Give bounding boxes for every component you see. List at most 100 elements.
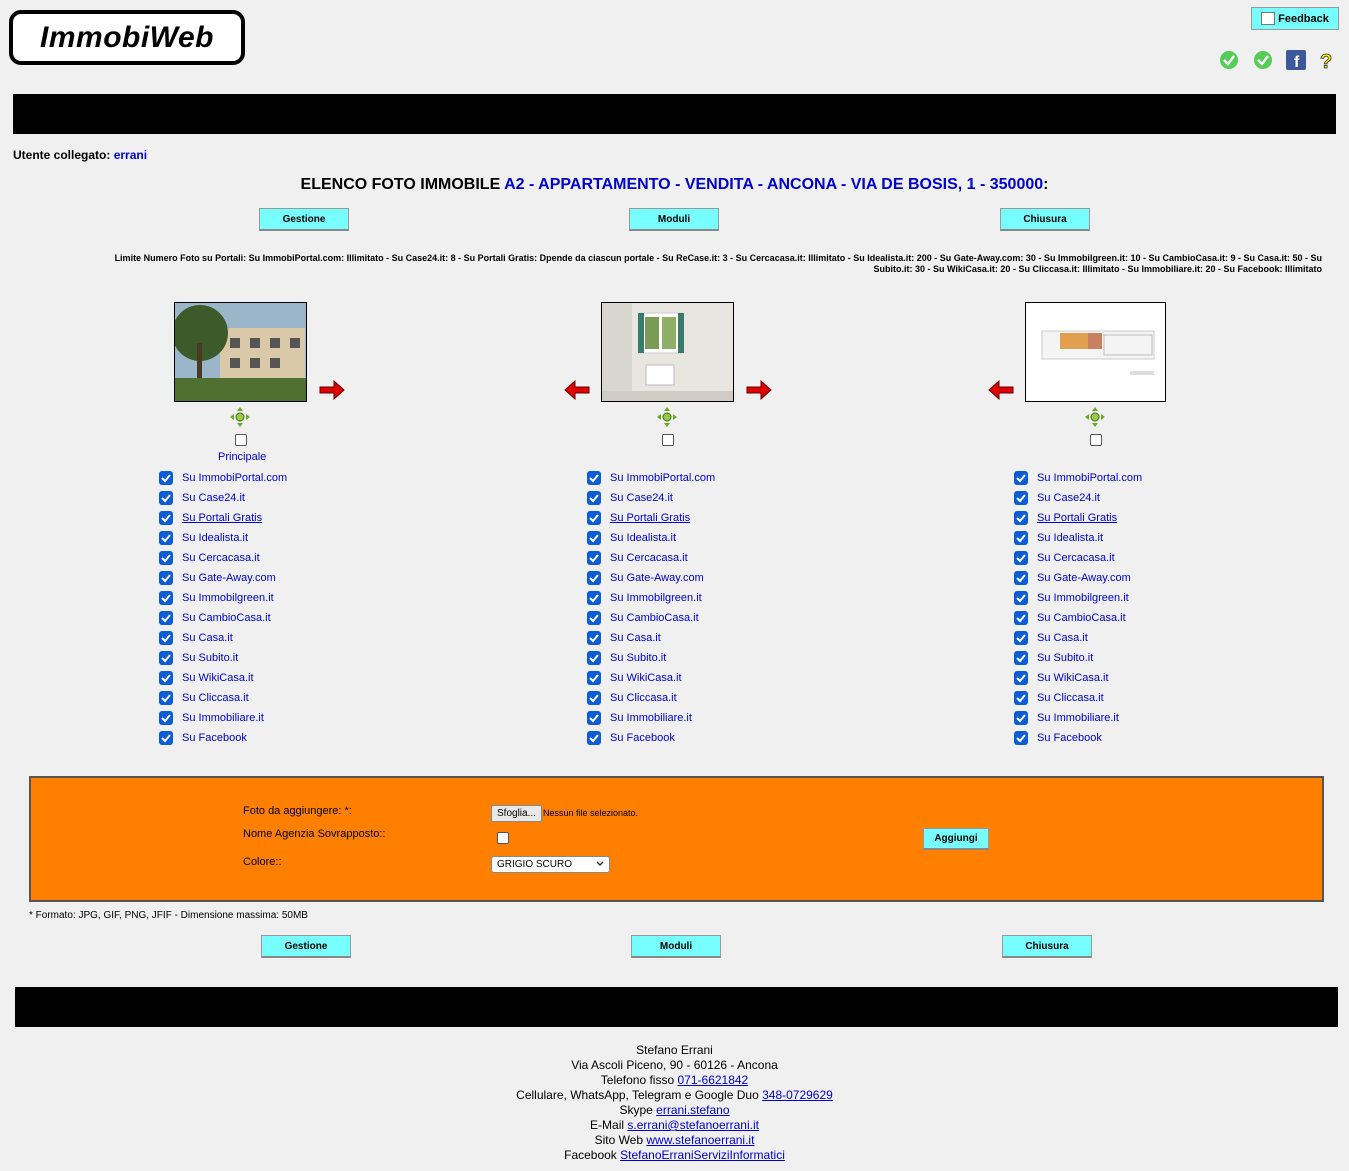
portal-item[interactable]: Su WikiCasa.it xyxy=(159,668,287,688)
portal-item[interactable]: Su Subito.it xyxy=(1014,648,1142,668)
portal-item[interactable]: Su Gate-Away.com xyxy=(1014,568,1142,588)
portal-item[interactable]: Su Casa.it xyxy=(159,628,287,648)
portal-item[interactable]: Su Case24.it xyxy=(1014,488,1142,508)
portal-item[interactable]: Su Gate-Away.com xyxy=(587,568,715,588)
moduli-button[interactable]: Moduli xyxy=(631,935,721,958)
portal-item[interactable]: Su WikiCasa.it xyxy=(1014,668,1142,688)
portal-item[interactable]: Su Subito.it xyxy=(159,648,287,668)
portali-gratis-link[interactable]: Su Portali Gratis xyxy=(182,512,262,524)
portal-item[interactable]: Su Facebook xyxy=(1014,728,1142,748)
checkbox-checked-icon[interactable] xyxy=(587,551,601,565)
portal-item[interactable]: Su Cliccasa.it xyxy=(587,688,715,708)
portal-item[interactable]: Su Case24.it xyxy=(159,488,287,508)
portal-item[interactable]: Su Immobiliare.it xyxy=(159,708,287,728)
drag-move-icon[interactable] xyxy=(1084,406,1106,428)
portal-item[interactable]: Su Gate-Away.com xyxy=(159,568,287,588)
checkbox-checked-icon[interactable] xyxy=(1014,531,1028,545)
mobile-link[interactable]: 348-0729629 xyxy=(762,1088,833,1102)
photo-thumbnail-3[interactable] xyxy=(1025,302,1166,402)
portal-item[interactable]: Su Facebook xyxy=(587,728,715,748)
checkbox-checked-icon[interactable] xyxy=(159,671,173,685)
portal-item[interactable]: Su Cercacasa.it xyxy=(159,548,287,568)
portali-gratis-link[interactable]: Su Portali Gratis xyxy=(1037,512,1117,524)
principale-checkbox[interactable] xyxy=(1090,434,1102,446)
photo-thumbnail-1[interactable] xyxy=(174,302,307,402)
move-left-arrow-icon[interactable] xyxy=(987,379,1015,401)
checkbox-checked-icon[interactable] xyxy=(159,631,173,645)
facebook-link[interactable]: StefanoErraniServiziInformatici xyxy=(620,1148,785,1162)
principale-checkbox[interactable] xyxy=(235,434,247,446)
app-logo[interactable]: ImmobiWeb xyxy=(9,10,245,65)
checkbox-checked-icon[interactable] xyxy=(587,471,601,485)
checkbox-checked-icon[interactable] xyxy=(1014,711,1028,725)
portal-item[interactable]: Su Immobilgreen.it xyxy=(587,588,715,608)
feedback-button[interactable]: Feedback xyxy=(1251,7,1339,30)
email-link[interactable]: s.errani@stefanoerrani.it xyxy=(627,1118,759,1132)
checkbox-checked-icon[interactable] xyxy=(1014,651,1028,665)
checkbox-checked-icon[interactable] xyxy=(1014,571,1028,585)
gestione-button[interactable]: Gestione xyxy=(259,208,349,231)
checkbox-checked-icon[interactable] xyxy=(587,631,601,645)
checkbox-checked-icon[interactable] xyxy=(587,731,601,745)
checkbox-checked-icon[interactable] xyxy=(1014,471,1028,485)
portal-item[interactable]: Su Facebook xyxy=(159,728,287,748)
checkbox-checked-icon[interactable] xyxy=(587,711,601,725)
portal-item[interactable]: Su CambioCasa.it xyxy=(587,608,715,628)
portal-item[interactable]: Su Cliccasa.it xyxy=(1014,688,1142,708)
move-left-arrow-icon[interactable] xyxy=(563,379,591,401)
browse-button[interactable]: Sfoglia... xyxy=(491,805,542,822)
checkbox-checked-icon[interactable] xyxy=(587,671,601,685)
checkbox-checked-icon[interactable] xyxy=(1014,631,1028,645)
portal-item[interactable]: Su Cliccasa.it xyxy=(159,688,287,708)
checkbox-checked-icon[interactable] xyxy=(587,591,601,605)
checkbox-checked-icon[interactable] xyxy=(587,571,601,585)
checkbox-checked-icon[interactable] xyxy=(159,731,173,745)
checkbox-checked-icon[interactable] xyxy=(159,531,173,545)
checkbox-checked-icon[interactable] xyxy=(587,531,601,545)
photo-thumbnail-2[interactable] xyxy=(601,302,734,402)
portal-item[interactable]: Su Portali Gratis xyxy=(1014,508,1142,528)
aggiungi-button[interactable]: Aggiungi xyxy=(923,828,989,850)
checkbox-checked-icon[interactable] xyxy=(1014,591,1028,605)
checkbox-checked-icon[interactable] xyxy=(1014,671,1028,685)
checkbox-checked-icon[interactable] xyxy=(1014,511,1028,525)
portal-item[interactable]: Su Immobilgreen.it xyxy=(1014,588,1142,608)
checkbox-checked-icon[interactable] xyxy=(159,571,173,585)
checkbox-checked-icon[interactable] xyxy=(159,711,173,725)
principale-checkbox[interactable] xyxy=(662,434,674,446)
checkbox-checked-icon[interactable] xyxy=(159,611,173,625)
chiusura-button[interactable]: Chiusura xyxy=(1002,935,1092,958)
portal-item[interactable]: Su Cercacasa.it xyxy=(587,548,715,568)
facebook-icon[interactable]: f xyxy=(1286,50,1306,71)
checkbox-checked-icon[interactable] xyxy=(159,471,173,485)
portal-item[interactable]: Su Subito.it xyxy=(587,648,715,668)
portal-item[interactable]: Su Immobiliare.it xyxy=(587,708,715,728)
skype-link[interactable]: errani.stefano xyxy=(656,1103,729,1117)
portal-item[interactable]: Su Idealista.it xyxy=(159,528,287,548)
checkbox-checked-icon[interactable] xyxy=(159,591,173,605)
portal-item[interactable]: Su CambioCasa.it xyxy=(1014,608,1142,628)
portal-item[interactable]: Su Cercacasa.it xyxy=(1014,548,1142,568)
colore-select[interactable]: GRIGIO SCURO xyxy=(491,856,610,873)
checkbox-checked-icon[interactable] xyxy=(1014,551,1028,565)
check-ok-icon[interactable] xyxy=(1219,50,1239,70)
chiusura-button[interactable]: Chiusura xyxy=(1000,208,1090,231)
checkbox-checked-icon[interactable] xyxy=(587,491,601,505)
portali-gratis-link[interactable]: Su Portali Gratis xyxy=(610,512,690,524)
portal-item[interactable]: Su Immobiliare.it xyxy=(1014,708,1142,728)
move-right-arrow-icon[interactable] xyxy=(745,379,773,401)
phone-link[interactable]: 071-6621842 xyxy=(678,1073,749,1087)
portal-item[interactable]: Su ImmobiPortal.com xyxy=(1014,468,1142,488)
portal-item[interactable]: Su ImmobiPortal.com xyxy=(159,468,287,488)
checkbox-checked-icon[interactable] xyxy=(159,551,173,565)
checkbox-checked-icon[interactable] xyxy=(1014,691,1028,705)
checkbox-checked-icon[interactable] xyxy=(159,651,173,665)
gestione-button[interactable]: Gestione xyxy=(261,935,351,958)
drag-move-icon[interactable] xyxy=(656,406,678,428)
moduli-button[interactable]: Moduli xyxy=(629,208,719,231)
portal-item[interactable]: Su Casa.it xyxy=(587,628,715,648)
checkbox-checked-icon[interactable] xyxy=(587,511,601,525)
checkbox-checked-icon[interactable] xyxy=(1014,611,1028,625)
portal-item[interactable]: Su Casa.it xyxy=(1014,628,1142,648)
portal-item[interactable]: Su Portali Gratis xyxy=(159,508,287,528)
